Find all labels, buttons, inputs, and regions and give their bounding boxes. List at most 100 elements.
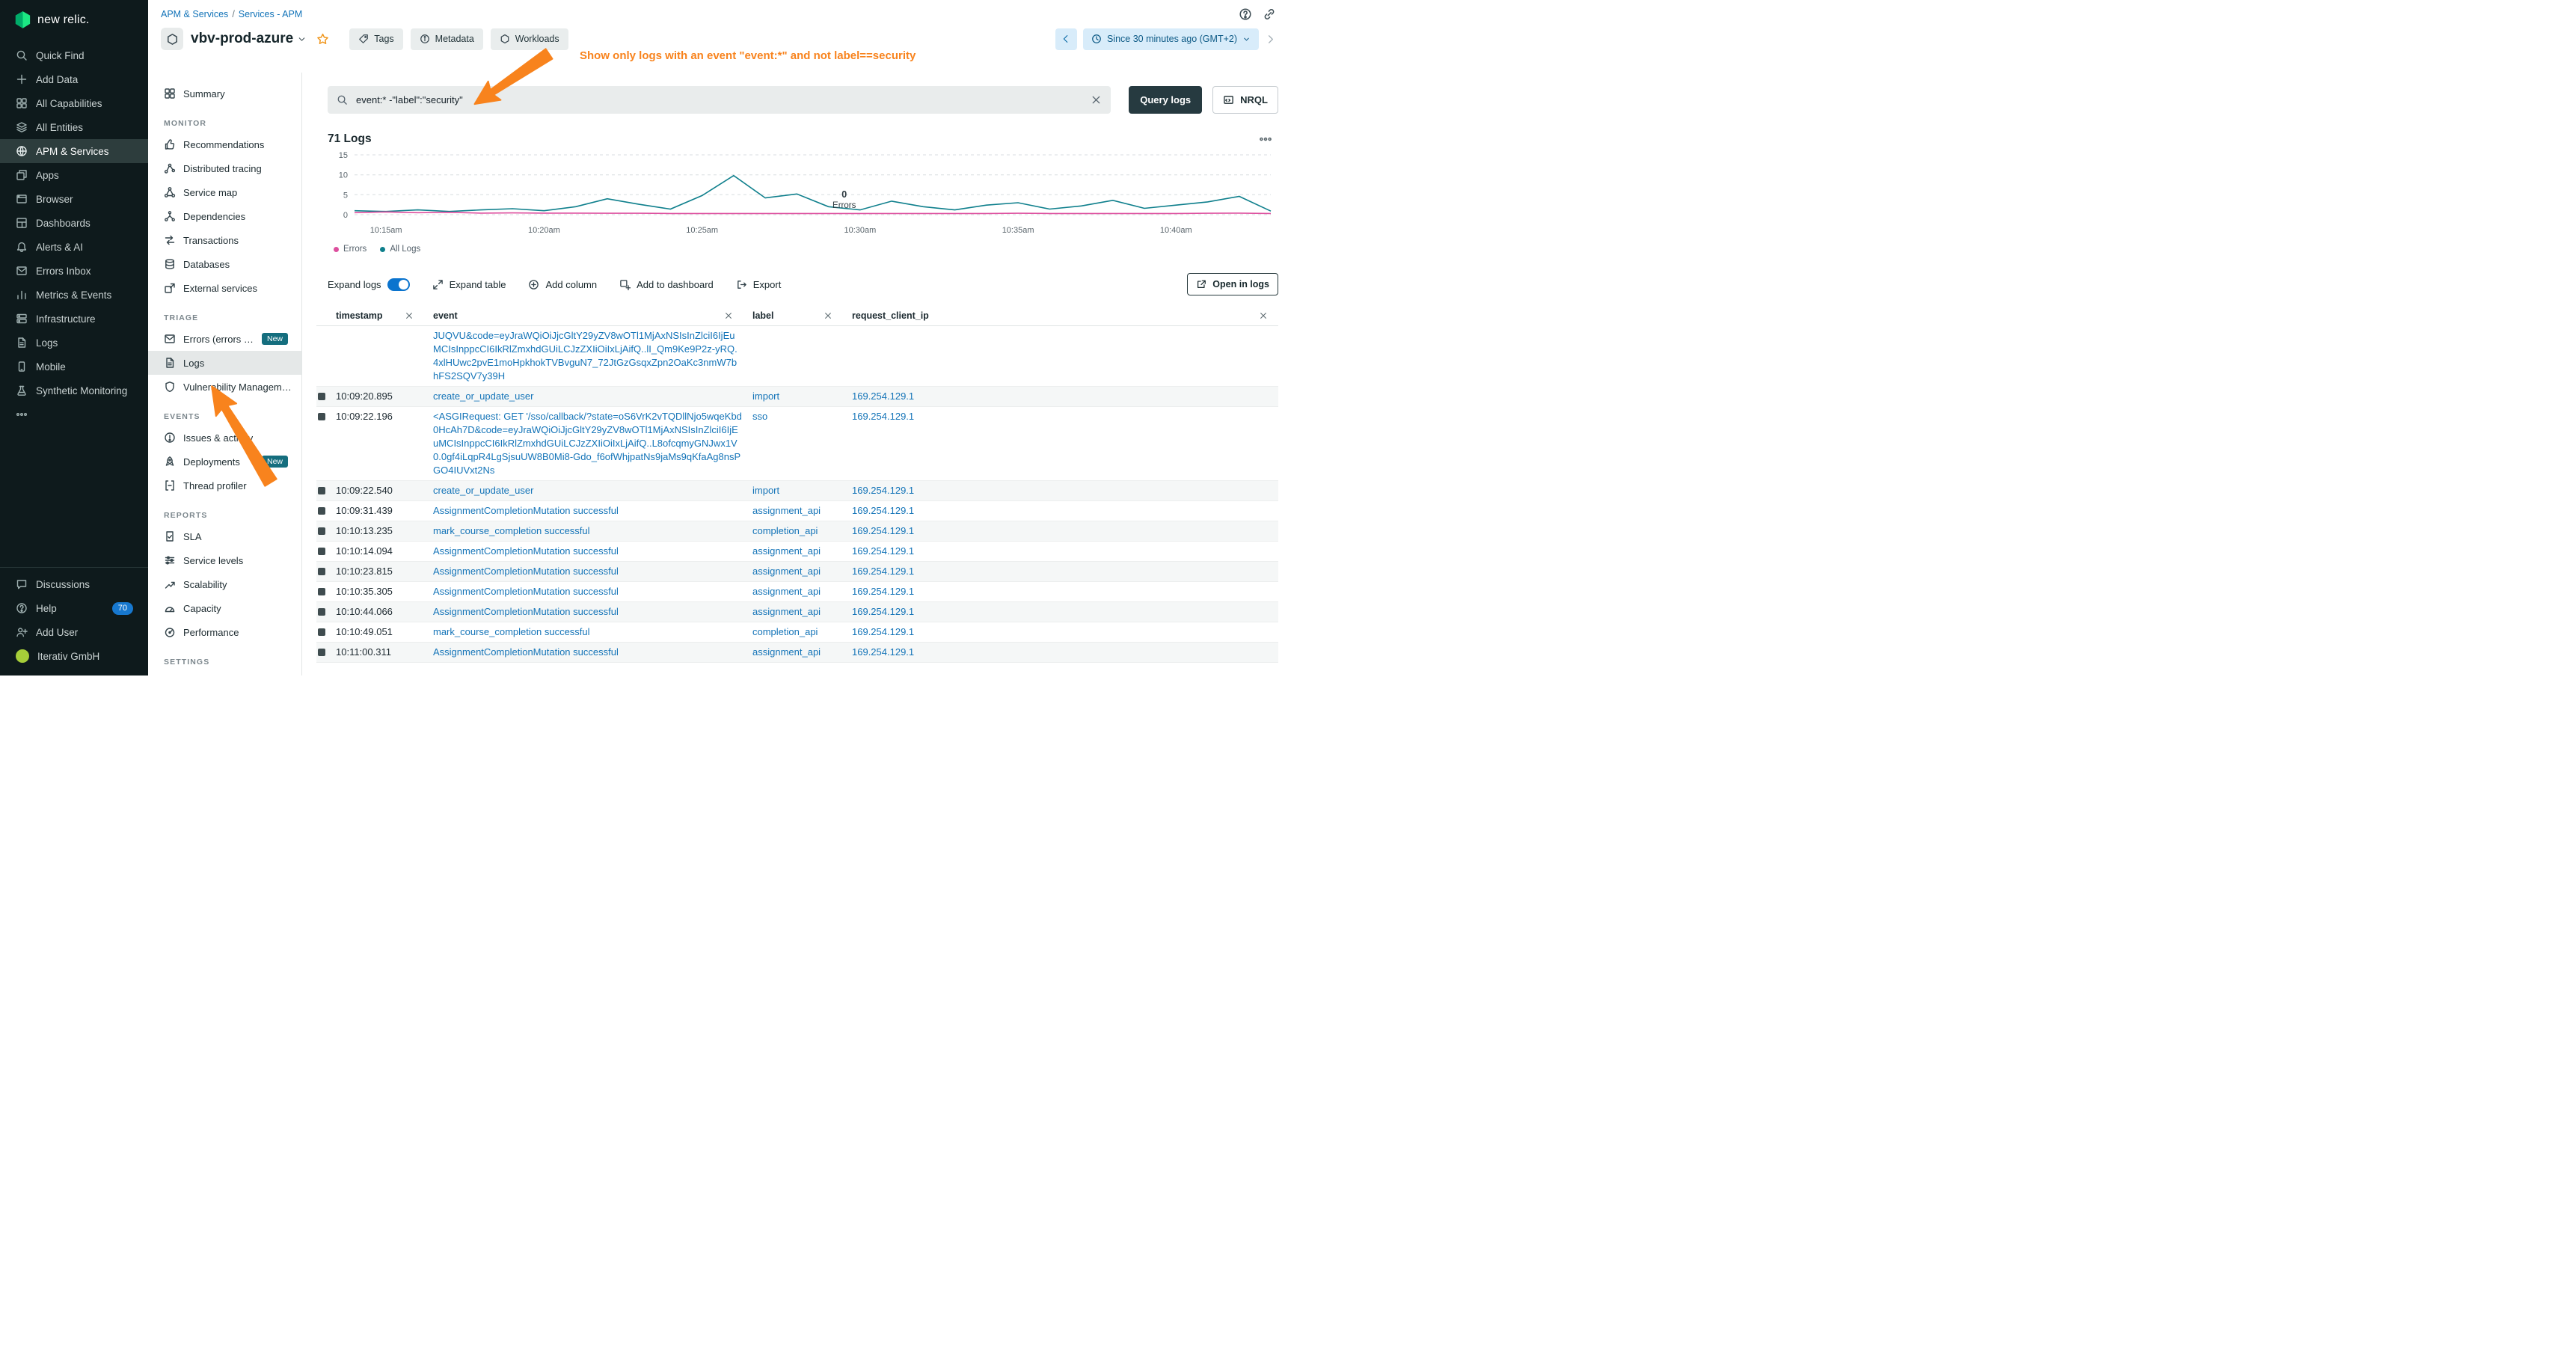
label-link[interactable]: import [752,390,779,402]
log-row[interactable]: 10:09:20.895 create_or_update_user impor… [316,387,1278,407]
ip-link[interactable]: 169.254.129.1 [852,390,914,402]
ip-link[interactable]: 169.254.129.1 [852,586,914,597]
sidebar-item-apps[interactable]: Apps [0,163,148,187]
ip-link[interactable]: 169.254.129.1 [852,545,914,557]
label-link[interactable]: assignment_api [752,646,821,658]
remove-column-icon[interactable] [824,311,832,320]
tags-button[interactable]: Tags [349,28,402,50]
subnav-item-deployments[interactable]: DeploymentsNew [148,450,301,474]
legend-all-logs[interactable]: All Logs [380,245,420,254]
sidebar-item-quick-find[interactable]: Quick Find [0,43,148,67]
row-expand-marker[interactable] [318,548,325,555]
log-row[interactable]: 10:09:31.439 AssignmentCompletionMutatio… [316,501,1278,521]
ip-link[interactable]: 169.254.129.1 [852,566,914,577]
log-row[interactable]: 10:10:23.815 AssignmentCompletionMutatio… [316,562,1278,582]
subnav-item-transactions[interactable]: Transactions [148,228,301,252]
remove-column-icon[interactable] [405,311,414,320]
sidebar-item-metrics-events[interactable]: Metrics & Events [0,283,148,307]
subnav-item-distributed-tracing[interactable]: Distributed tracing [148,156,301,180]
subnav-item-dependencies[interactable]: Dependencies [148,204,301,228]
subnav-item-performance[interactable]: Performance [148,620,301,644]
export-button[interactable]: Export [736,279,782,290]
subnav-item-logs[interactable]: Logs [148,351,301,375]
event-link[interactable]: mark_course_completion successful [433,626,590,637]
log-row[interactable]: 10:10:14.094 AssignmentCompletionMutatio… [316,542,1278,562]
subnav-item-service-map[interactable]: Service map [148,180,301,204]
clear-search-icon[interactable] [1091,94,1102,105]
event-link[interactable]: JUQVU&code=eyJraWQiOiJjcGltY29yZV8wOTl1M… [433,330,737,382]
log-search-input[interactable] [355,94,1084,106]
query-logs-button[interactable]: Query logs [1129,86,1202,114]
subnav-item-scalability[interactable]: Scalability [148,572,301,596]
sidebar-item-add-data[interactable]: Add Data [0,67,148,91]
ip-link[interactable]: 169.254.129.1 [852,626,914,637]
time-forward-button[interactable] [1265,34,1276,45]
label-link[interactable]: assignment_api [752,566,821,577]
event-link[interactable]: AssignmentCompletionMutation successful [433,566,619,577]
sidebar-item-browser[interactable]: Browser [0,187,148,211]
sidebar-item-account[interactable]: Iterativ GmbH [0,644,148,668]
sidebar-item-alerts-ai[interactable]: Alerts & AI [0,235,148,259]
remove-column-icon[interactable] [724,311,733,320]
workloads-button[interactable]: Workloads [491,28,568,50]
row-expand-marker[interactable] [318,393,325,400]
remove-column-icon[interactable] [1259,311,1268,320]
log-row[interactable]: 10:10:13.235 mark_course_completion succ… [316,521,1278,542]
ip-link[interactable]: 169.254.129.1 [852,485,914,496]
subnav-item-summary[interactable]: Summary [148,82,301,105]
sidebar-item-all-capabilities[interactable]: All Capabilities [0,91,148,115]
request-client-ip-column-header[interactable]: request_client_ip [852,306,1278,325]
subnav-item-service-levels[interactable]: Service levels [148,548,301,572]
row-expand-marker[interactable] [318,507,325,515]
log-row[interactable]: JUQVU&code=eyJraWQiOiJjcGltY29yZV8wOTl1M… [316,326,1278,387]
event-link[interactable]: <ASGIRequest: GET '/sso/callback/?state=… [433,411,742,476]
row-expand-marker[interactable] [318,568,325,575]
legend-errors[interactable]: Errors [334,245,367,254]
new-relic-logo[interactable]: new relic. [0,0,148,37]
more-options-icon[interactable] [1259,132,1272,146]
breadcrumb-services-apm[interactable]: Services - APM [239,9,302,19]
event-link[interactable]: create_or_update_user [433,485,533,496]
help-circle-icon[interactable] [1239,7,1252,21]
sidebar-item-synthetic-monitoring[interactable]: Synthetic Monitoring [0,379,148,402]
log-row[interactable]: 10:11:00.311 AssignmentCompletionMutatio… [316,643,1278,663]
sidebar-item-discussions[interactable]: Discussions [0,572,148,596]
logs-timeseries-chart[interactable]: 05101510:15am10:20am10:25am10:30am10:35a… [328,147,1278,240]
breadcrumb-apm-services[interactable]: APM & Services [161,9,228,19]
row-expand-marker[interactable] [318,608,325,616]
sidebar-item-logs[interactable]: Logs [0,331,148,355]
label-link[interactable]: assignment_api [752,545,821,557]
row-expand-marker[interactable] [318,413,325,420]
favorite-star-icon[interactable] [316,33,329,46]
subnav-item-databases[interactable]: Databases [148,252,301,276]
subnav-item-errors-inbox[interactable]: Errors (errors inb...New [148,327,301,351]
label-link[interactable]: completion_api [752,626,818,637]
event-link[interactable]: AssignmentCompletionMutation successful [433,586,619,597]
event-link[interactable]: mark_course_completion successful [433,525,590,536]
event-link[interactable]: AssignmentCompletionMutation successful [433,646,619,658]
log-search-box[interactable] [328,86,1111,114]
expand-logs-switch[interactable] [387,278,410,291]
expand-table-button[interactable]: Expand table [432,279,506,290]
sidebar-item-apm-services[interactable]: APM & Services [0,139,148,163]
sidebar-item-add-user[interactable]: Add User [0,620,148,644]
ip-link[interactable]: 169.254.129.1 [852,646,914,658]
sidebar-item-errors-inbox[interactable]: Errors Inbox [0,259,148,283]
log-row[interactable]: 10:10:35.305 AssignmentCompletionMutatio… [316,582,1278,602]
expand-logs-toggle-group[interactable]: Expand logs [328,278,410,291]
label-link[interactable]: sso [752,411,767,422]
event-link[interactable]: AssignmentCompletionMutation successful [433,606,619,617]
label-column-header[interactable]: label [752,306,852,325]
sidebar-item-mobile[interactable]: Mobile [0,355,148,379]
row-expand-marker[interactable] [318,487,325,494]
sidebar-item-all-entities[interactable]: All Entities [0,115,148,139]
subnav-item-thread-profiler[interactable]: Thread profiler [148,474,301,497]
label-link[interactable]: import [752,485,779,496]
title-chevron-down-icon[interactable] [297,34,307,44]
row-expand-marker[interactable] [318,649,325,656]
row-expand-marker[interactable] [318,628,325,636]
sidebar-item-more[interactable] [0,402,148,426]
permalink-icon[interactable] [1263,7,1276,21]
sidebar-item-help[interactable]: Help70 [0,596,148,620]
row-expand-marker[interactable] [318,588,325,595]
